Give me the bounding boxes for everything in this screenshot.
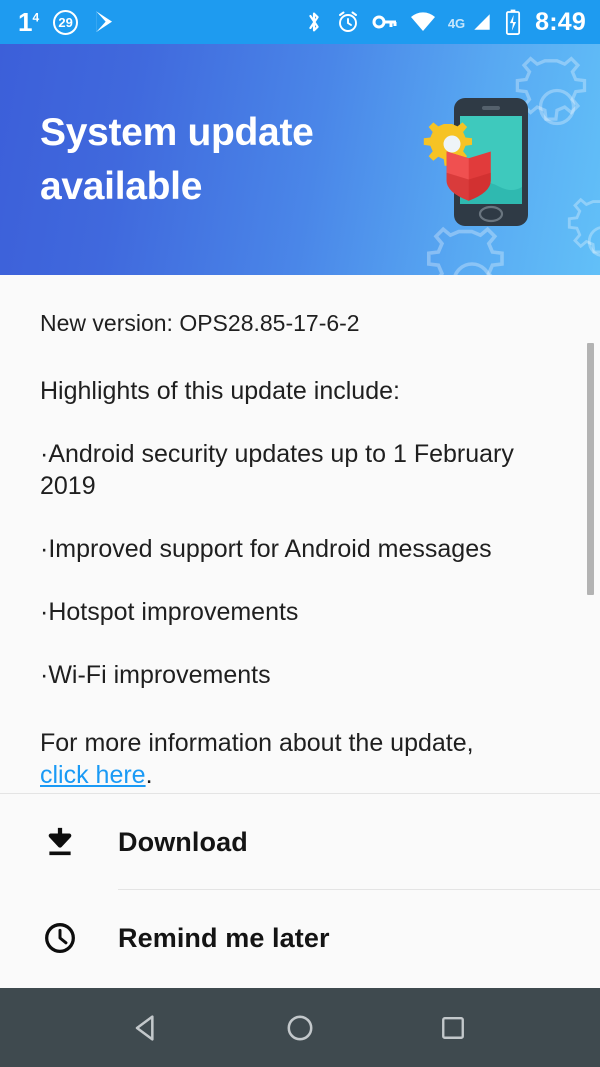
- status-bar: 14 29 4G 8:49: [0, 0, 600, 44]
- sim-label: 1: [18, 7, 33, 37]
- play-store-icon: [92, 9, 118, 35]
- cellular-signal-icon: [471, 11, 493, 33]
- list-item: ·Wi-Fi improvements: [40, 661, 271, 690]
- notification-count-label: 29: [58, 14, 73, 30]
- more-information-suffix: .: [145, 761, 153, 790]
- sim-superscript: 4: [32, 10, 40, 25]
- recents-nav-button[interactable]: [420, 997, 486, 1059]
- version-line: New version: OPS28.85-17-6-2: [40, 310, 360, 336]
- notification-count-badge: 29: [53, 9, 79, 35]
- download-button[interactable]: Download: [0, 794, 600, 890]
- bluetooth-icon: [304, 10, 324, 34]
- highlights-list: ·Android security updates up to 1 Februa…: [40, 438, 560, 691]
- alarm-icon: [336, 10, 360, 34]
- status-bar-right-icons: 4G 8:49: [304, 8, 586, 37]
- home-nav-button[interactable]: [267, 997, 333, 1059]
- update-details-scroll-area[interactable]: New version: OPS28.85-17-6-2 Highlights …: [0, 275, 600, 793]
- hero-banner: System update available: [0, 44, 600, 275]
- list-item: ·Android security updates up to 1 Februa…: [40, 440, 514, 501]
- phone-security-update-illustration: [423, 98, 528, 226]
- highlights-heading: Highlights of this update include:: [40, 376, 400, 405]
- system-navigation-bar: [0, 988, 600, 1067]
- recents-square-icon: [442, 1016, 465, 1039]
- battery-charging-icon: [505, 9, 521, 35]
- home-circle-icon: [287, 1015, 313, 1040]
- remind-me-later-button[interactable]: Remind me later: [0, 890, 600, 986]
- remind-me-later-label: Remind me later: [118, 922, 330, 953]
- status-bar-left-icons: 14 29: [18, 9, 118, 35]
- back-triangle-icon: [135, 1014, 154, 1041]
- network-type-label: 4G: [447, 15, 466, 31]
- download-icon: [40, 825, 80, 859]
- vpn-key-icon: [372, 11, 398, 33]
- wifi-icon: [410, 11, 436, 33]
- scrollbar[interactable]: [587, 275, 594, 793]
- back-nav-button[interactable]: [114, 997, 180, 1059]
- decorative-gear-icon-right: [567, 197, 600, 257]
- status-bar-clock: 8:49: [535, 7, 586, 36]
- sim-indicator: 14: [18, 9, 39, 35]
- list-item: ·Hotspot improvements: [40, 598, 299, 627]
- more-information-text: For more information about the update, c…: [40, 727, 560, 791]
- system-update-screen: 14 29 4G 8:49 System update available Ne…: [0, 0, 600, 1067]
- list-item: ·Improved support for Android messages: [40, 535, 492, 564]
- clock-icon: [40, 921, 80, 955]
- click-here-link[interactable]: click here: [40, 761, 146, 789]
- action-list: Download Remind me later: [0, 793, 600, 988]
- download-label: Download: [118, 826, 248, 857]
- page-title: System update available: [40, 111, 314, 208]
- scrollbar-thumb[interactable]: [587, 343, 594, 595]
- more-information-prefix: For more information about the update,: [40, 729, 474, 758]
